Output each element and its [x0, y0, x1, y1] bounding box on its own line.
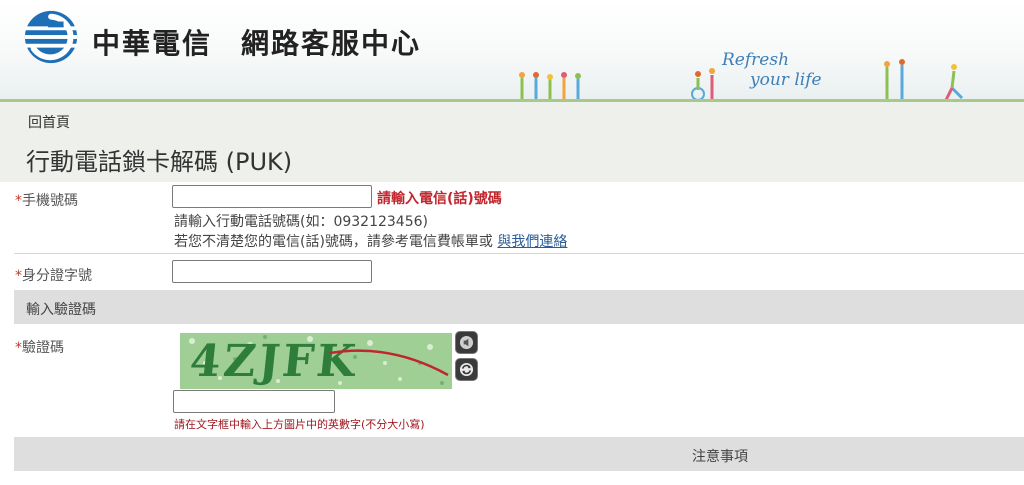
mobile-help-prefix: 若您不清楚您的電信(話)號碼，請參考電信費帳單或: [174, 234, 493, 250]
contact-us-link[interactable]: 與我們連絡: [497, 234, 567, 250]
people-graphic-left: [519, 72, 581, 102]
chunghwa-logo-icon[interactable]: [22, 8, 80, 66]
audio-icon: [459, 335, 474, 350]
captcha-label-text: 驗證碼: [22, 340, 64, 356]
id-label: *身分證字號: [15, 265, 92, 285]
mobile-help-text: 若您不清楚您的電信(話)號碼，請參考電信費帳單或 與我們連絡: [174, 231, 567, 251]
audio-captcha-button[interactable]: [455, 331, 478, 354]
required-mark: *: [15, 193, 22, 209]
captcha-strike-line: [329, 349, 449, 377]
id-label-text: 身分證字號: [22, 268, 92, 284]
mobile-error-message: 請輸入電信(話)號碼: [377, 191, 502, 207]
captcha-hint: 請在文字框中輸入上方圖片中的英數字(不分大小寫): [174, 418, 425, 431]
notes-section-bar[interactable]: [14, 437, 1024, 471]
tagline-line1: Refresh: [722, 50, 790, 70]
title-area: 回首頁 行動電話鎖卡解碼 (PUK): [0, 102, 1024, 182]
required-mark: *: [15, 340, 22, 356]
row-divider: [14, 253, 1024, 254]
refresh-icon: [459, 362, 474, 377]
captcha-input[interactable]: [173, 390, 335, 413]
captcha-label: *驗證碼: [15, 337, 64, 357]
people-graphic-pair: [884, 59, 905, 102]
mobile-label-text: 手機號碼: [22, 193, 78, 209]
tagline-line2: your life: [750, 70, 822, 90]
captcha-section-bar: [14, 290, 1024, 324]
mobile-hint: 請輸入行動電話號碼(如：0932123456): [174, 214, 428, 230]
service-center-name: 網路客服中心: [241, 27, 422, 60]
company-name: 中華電信: [92, 27, 213, 60]
home-link[interactable]: 回首頁: [28, 112, 70, 132]
site-header: 中華電信 網路客服中心 Refresh your life: [0, 0, 1024, 102]
people-graphic-wheelchair: [691, 68, 715, 101]
captcha-section-title: 輸入驗證碼: [26, 302, 96, 318]
mobile-input[interactable]: [172, 185, 372, 208]
required-mark: *: [15, 268, 22, 284]
people-graphic-runner: [944, 64, 964, 101]
refresh-captcha-button[interactable]: [455, 358, 478, 381]
captcha-image: 4ZJFK: [180, 333, 452, 389]
page-title: 行動電話鎖卡解碼 (PUK): [26, 148, 293, 176]
mobile-label: *手機號碼: [15, 190, 78, 210]
id-number-input[interactable]: [172, 260, 372, 283]
notes-section-title: 注意事項: [692, 449, 748, 465]
